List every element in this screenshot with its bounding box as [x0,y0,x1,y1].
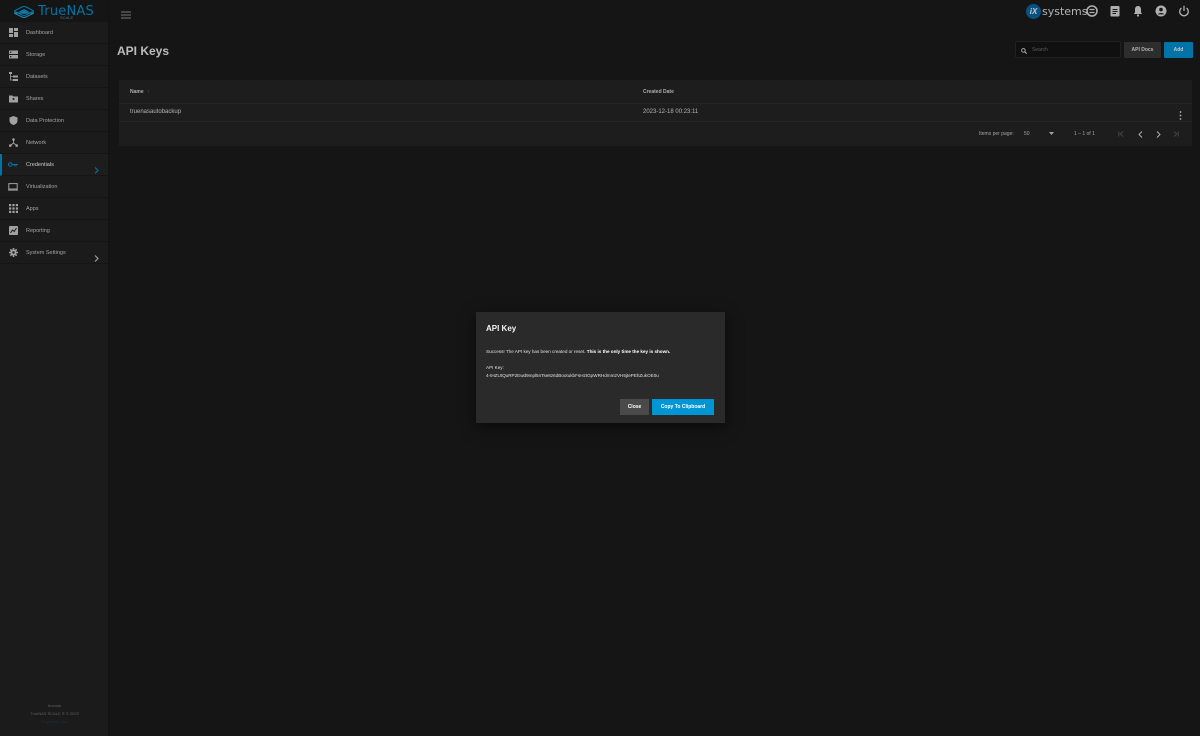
dialog-title: API Key [486,324,517,333]
app-root: TrueNAS SCALE Dashboard Storage Datasets… [0,0,1200,736]
api-key-label: API Key: [486,365,504,370]
dialog-message: Success! The API key has been created or… [486,349,671,354]
dialog-message-warning: This is the only time the key is shown. [586,349,671,354]
api-key-dialog: API Key Success! The API key has been cr… [476,312,725,423]
copy-to-clipboard-button[interactable]: Copy To Clipboard [652,399,714,415]
close-button[interactable]: Close [620,399,649,415]
api-key-value: 4-tHZUtQuRP2Ewd9mpl5nTse8z6dBootukbFsHzt… [486,373,659,378]
